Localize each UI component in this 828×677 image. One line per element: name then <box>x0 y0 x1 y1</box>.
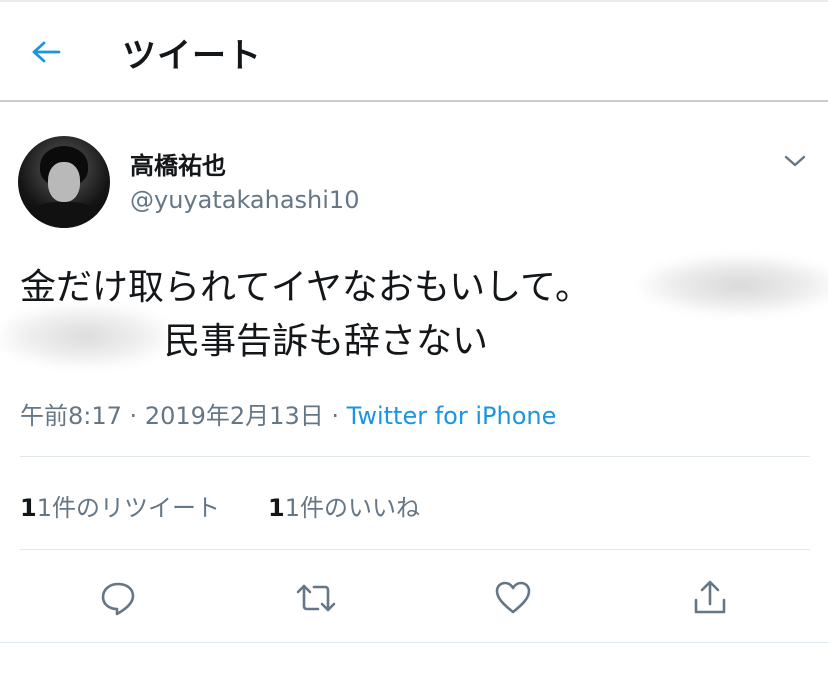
divider <box>20 456 810 457</box>
retweet-label: リツイート <box>99 494 220 522</box>
tweet-text-line1: 金だけ取られてイヤなおもいして。 <box>20 267 591 308</box>
divider <box>0 642 828 643</box>
tweet-text-line2: 民事告訴も辞さない <box>164 321 489 362</box>
tweet-time: 午前8:17 <box>20 402 122 430</box>
retweet-button[interactable] <box>294 576 338 620</box>
like-button[interactable] <box>491 576 535 620</box>
redacted-blur <box>640 255 828 315</box>
meta-separator: · <box>331 402 339 430</box>
like-stat[interactable]: 11件のいいね <box>268 488 420 523</box>
chevron-down-icon <box>784 155 806 167</box>
screen-name[interactable]: @yuyatakahashi10 <box>130 186 359 214</box>
share-button[interactable] <box>688 576 732 620</box>
like-count-suffix: 1件の <box>284 494 348 522</box>
redacted-blur <box>0 305 170 367</box>
retweet-icon <box>296 584 336 612</box>
like-icon <box>495 581 531 614</box>
retweet-count: 1 <box>20 494 37 522</box>
more-options-button[interactable] <box>780 146 810 176</box>
meta-separator: · <box>129 402 138 430</box>
retweet-count-suffix: 1件の <box>36 494 100 522</box>
reply-icon <box>101 582 135 616</box>
display-name[interactable]: 高橋祐也 <box>130 146 226 181</box>
back-button[interactable] <box>26 32 66 72</box>
share-icon <box>694 580 726 614</box>
header-bar: ツイート <box>0 2 828 102</box>
reply-button[interactable] <box>96 576 140 620</box>
tweet-meta: 午前8:17 · 2019年2月13日 · Twitter for iPhone <box>20 396 556 431</box>
retweet-stat[interactable]: 11件のリツイート <box>20 488 220 523</box>
tweet-date: 2019年2月13日 <box>144 402 324 430</box>
page-title: ツイート <box>122 36 262 76</box>
arrow-left-icon <box>32 41 61 63</box>
avatar[interactable] <box>18 136 110 228</box>
like-label: いいね <box>347 494 420 522</box>
tweet-source-link[interactable]: Twitter for iPhone <box>347 402 557 430</box>
divider <box>20 549 810 550</box>
like-count: 1 <box>268 494 285 522</box>
